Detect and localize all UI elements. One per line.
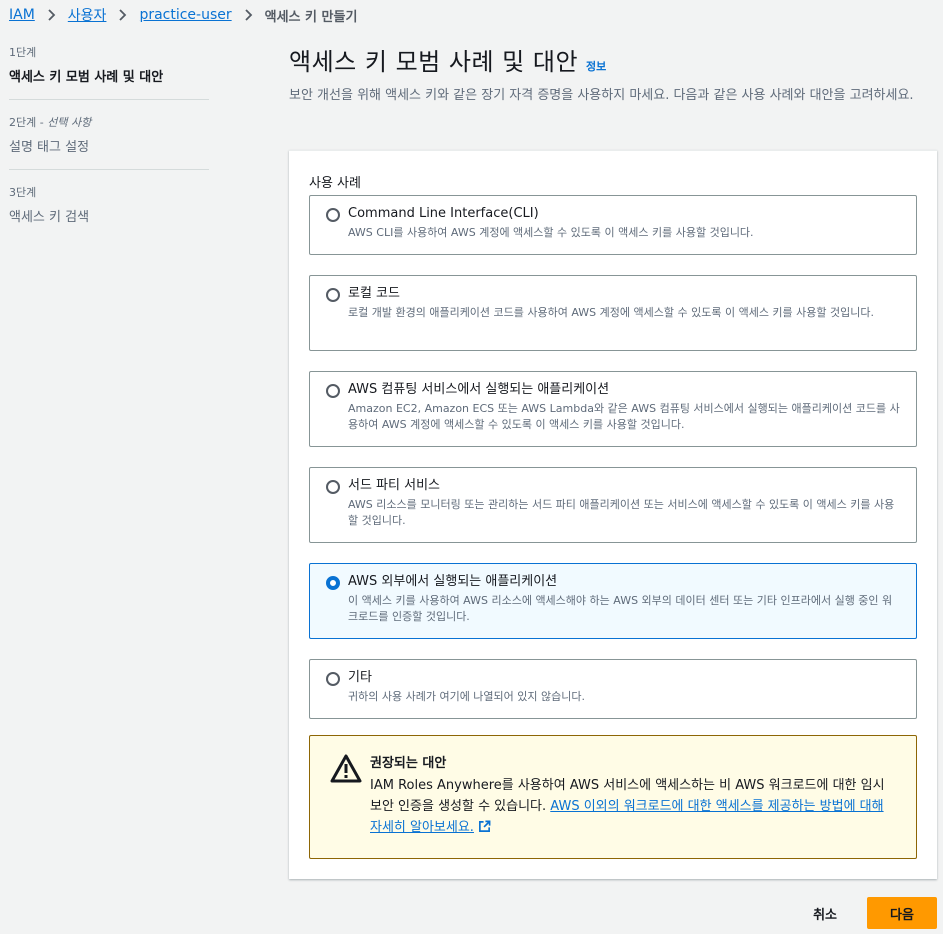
- warning-icon: [330, 754, 362, 783]
- step-3-title: 액세스 키 검색: [9, 210, 90, 225]
- breadcrumb-current: 액세스 키 만들기: [264, 9, 358, 25]
- page-title: 액세스 키 모범 사례 및 대안: [289, 48, 579, 76]
- option-other[interactable]: 기타 귀하의 사용 사례가 여기에 나열되어 있지 않습니다.: [309, 659, 917, 719]
- radio-third-party[interactable]: [326, 480, 340, 494]
- option-title: 로컬 코드: [348, 286, 400, 301]
- step-3: 3단계 액세스 키 검색: [9, 184, 209, 239]
- step-1-title: 액세스 키 모범 사례 및 대안: [9, 70, 164, 85]
- step-2-title: 설명 태그 설정: [9, 140, 90, 155]
- option-description: AWS CLI를 사용하여 AWS 계정에 액세스할 수 있도록 이 액세스 키…: [348, 226, 754, 239]
- page-description: 보안 개선을 위해 액세스 키와 같은 장기 자격 증명을 사용하지 마세요. …: [289, 88, 914, 103]
- chevron-right-icon: [47, 9, 56, 21]
- chevron-right-icon: [244, 9, 253, 21]
- step-2: 2단계 - 선택 사항 설명 태그 설정: [9, 114, 209, 170]
- option-description: AWS 리소스를 모니터링 또는 관리하는 서드 파티 애플리케이션 또는 서비…: [348, 498, 895, 527]
- radio-aws-compute[interactable]: [326, 384, 340, 398]
- cancel-button[interactable]: 취소: [795, 900, 855, 927]
- option-title: AWS 컴퓨팅 서비스에서 실행되는 애플리케이션: [348, 382, 610, 397]
- wizard-footer: 취소 다음: [795, 897, 937, 929]
- option-title: 서드 파티 서비스: [348, 478, 440, 493]
- option-description: 귀하의 사용 사례가 여기에 나열되어 있지 않습니다.: [348, 690, 585, 703]
- breadcrumb-iam[interactable]: IAM: [9, 7, 35, 23]
- alert-body: IAM Roles Anywhere를 사용하여 AWS 서비스에 액세스하는 …: [370, 775, 896, 838]
- radio-other[interactable]: [326, 672, 340, 686]
- step-2-num-label: 2단계: [9, 116, 37, 129]
- radio-cli[interactable]: [326, 208, 340, 222]
- option-title: Command Line Interface(CLI): [348, 206, 539, 221]
- option-description: Amazon EC2, Amazon ECS 또는 AWS Lambda와 같은…: [348, 402, 900, 431]
- use-case-label: 사용 사례: [309, 176, 361, 191]
- option-description: 로컬 개발 환경의 애플리케이션 코드를 사용하여 AWS 계정에 액세스할 수…: [348, 306, 875, 319]
- step-2-number: 2단계 - 선택 사항: [9, 116, 92, 129]
- external-link-icon[interactable]: [478, 820, 491, 833]
- step-3-number: 3단계: [9, 186, 37, 199]
- info-link[interactable]: 정보: [586, 58, 606, 74]
- option-title: AWS 외부에서 실행되는 애플리케이션: [348, 574, 558, 589]
- option-cli[interactable]: Command Line Interface(CLI) AWS CLI를 사용하…: [309, 195, 917, 255]
- breadcrumb: IAM 사용자 practice-user 액세스 키 만들기: [9, 4, 357, 26]
- step-1-number: 1단계: [9, 46, 37, 59]
- option-local-code[interactable]: 로컬 코드 로컬 개발 환경의 애플리케이션 코드를 사용하여 AWS 계정에 …: [309, 275, 917, 351]
- alert-title: 권장되는 대안: [370, 756, 447, 771]
- radio-outside-aws[interactable]: [326, 576, 340, 590]
- next-button[interactable]: 다음: [867, 897, 937, 929]
- option-title: 기타: [348, 670, 372, 685]
- wizard-steps: 1단계 액세스 키 모범 사례 및 대안 2단계 - 선택 사항 설명 태그 설…: [9, 44, 209, 253]
- recommended-alternative-alert: 권장되는 대안 IAM Roles Anywhere를 사용하여 AWS 서비스…: [309, 735, 917, 859]
- use-case-container: 사용 사례 Command Line Interface(CLI) AWS CL…: [289, 150, 937, 879]
- option-description: 이 액세스 키를 사용하여 AWS 리소스에 액세스해야 하는 AWS 외부의 …: [348, 594, 893, 623]
- radio-local-code[interactable]: [326, 288, 340, 302]
- option-aws-compute[interactable]: AWS 컴퓨팅 서비스에서 실행되는 애플리케이션 Amazon EC2, Am…: [309, 371, 917, 447]
- chevron-right-icon: [118, 9, 127, 21]
- breadcrumb-practice-user[interactable]: practice-user: [139, 7, 231, 23]
- option-outside-aws[interactable]: AWS 외부에서 실행되는 애플리케이션 이 액세스 키를 사용하여 AWS 리…: [309, 563, 917, 639]
- option-third-party[interactable]: 서드 파티 서비스 AWS 리소스를 모니터링 또는 관리하는 서드 파티 애플…: [309, 467, 917, 543]
- breadcrumb-users[interactable]: 사용자: [68, 5, 107, 25]
- step-1: 1단계 액세스 키 모범 사례 및 대안: [9, 44, 209, 100]
- step-2-optional: 선택 사항: [47, 116, 92, 129]
- page-header: 액세스 키 모범 사례 및 대안 정보 보안 개선을 위해 액세스 키와 같은 …: [289, 42, 929, 107]
